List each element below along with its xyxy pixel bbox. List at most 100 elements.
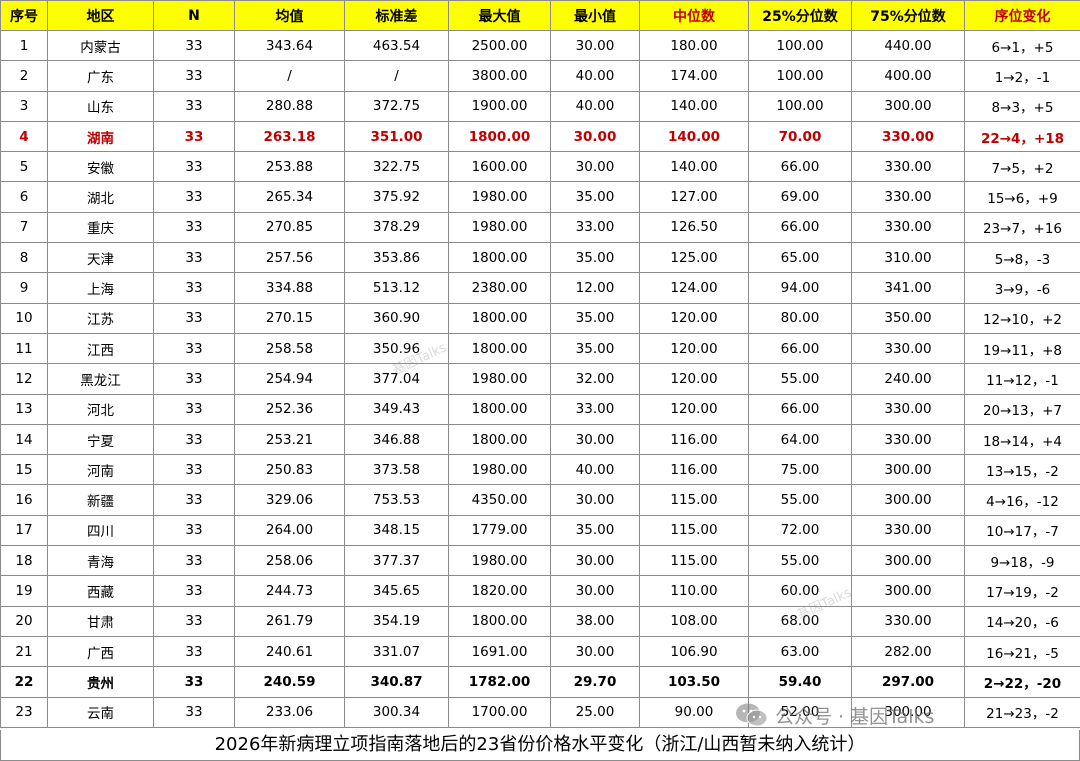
cell-region: 内蒙古 [47,29,154,62]
cell-mean: 250.83 [234,454,345,486]
cell-median: 90.00 [639,696,749,728]
cell-max: 1800.00 [448,332,551,365]
cell-index: 20 [0,605,48,637]
cell-region: 云南 [47,696,154,728]
cell-max: 1980.00 [448,454,551,486]
cell-median: 116.00 [639,454,749,486]
cell-index: 22 [0,666,48,698]
cell-median: 120.00 [639,332,749,365]
cell-median: 126.50 [639,211,749,244]
cell-max: 1600.00 [448,151,551,183]
cell-std: 360.90 [344,302,449,334]
cell-rank-change: 6→1，+5 [964,29,1080,62]
cell-std: 378.29 [344,211,449,244]
cell-p25: 55.00 [748,545,852,577]
table-body: 1 内蒙古 33 343.64 463.54 2500.00 30.00 180.00 100.… [0,29,1080,728]
table-row: 8 天津 33 257.56 353.86 1800.00 35.00 125.00 65.00… [0,242,1080,274]
cell-p75: 330.00 [851,332,965,365]
cell-median: 108.00 [639,605,749,637]
cell-min: 33.00 [550,393,640,425]
cell-median: 103.50 [639,666,749,698]
cell-mean: 258.58 [234,332,345,365]
table-row: 7 重庆 33 270.85 378.29 1980.00 33.00 126.50 66.00… [0,211,1080,244]
cell-min: 35.00 [550,181,640,213]
cell-std: 375.92 [344,181,449,213]
cell-index: 3 [0,90,48,122]
cell-min: 35.00 [550,302,640,334]
cell-p75: 300.00 [851,575,965,607]
table-row: 4 湖南 33 263.18 351.00 1800.00 30.00 140.00 70.00… [0,120,1080,153]
cell-index: 23 [0,696,48,728]
cell-n: 33 [153,332,235,365]
cell-std: 463.54 [344,29,449,62]
table-row: 20 甘肃 33 261.79 354.19 1800.00 38.00 108.00 68.0… [0,605,1080,637]
cell-n: 33 [153,242,235,274]
cell-max: 1779.00 [448,514,551,547]
cell-std: / [344,60,449,92]
cell-mean: 244.73 [234,575,345,607]
cell-index: 12 [0,363,48,395]
cell-max: 1800.00 [448,393,551,425]
cell-region: 河北 [47,393,154,425]
cell-mean: 270.15 [234,302,345,334]
cell-rank-change: 16→21，-5 [964,635,1080,668]
cell-p25: 60.00 [748,575,852,607]
cell-rank-change: 8→3，+5 [964,90,1080,122]
header-median: 中位数 [639,0,749,31]
table-row: 2 广东 33//3800.00 40.00 174.00 100.00 400.00 1→2… [0,60,1080,92]
table-row: 9 上海 33 334.88 513.12 2380.00 12.00 124.00 94.00… [0,272,1080,304]
cell-p25: 66.00 [748,393,852,425]
cell-region: 河南 [47,454,154,486]
cell-region: 西藏 [47,575,154,607]
cell-p75: 240.00 [851,363,965,395]
cell-rank-change: 7→5，+2 [964,151,1080,183]
cell-p75: 300.00 [851,90,965,122]
cell-rank-change: 1→2，-1 [964,60,1080,92]
cell-n: 33 [153,29,235,62]
cell-p75: 330.00 [851,605,965,637]
cell-n: 33 [153,120,235,153]
cell-region: 广西 [47,635,154,668]
cell-median: 140.00 [639,90,749,122]
cell-rank-change: 19→11，+8 [964,332,1080,365]
cell-std: 372.75 [344,90,449,122]
header-n: N [153,0,235,31]
cell-p75: 350.00 [851,302,965,334]
cell-mean: 253.88 [234,151,345,183]
cell-rank-change: 21→23，-2 [964,696,1080,728]
cell-max: 1782.00 [448,666,551,698]
cell-mean: 253.21 [234,423,345,456]
table-row: 18 青海 33 258.06 377.37 1980.00 30.00 115.00 55.0… [0,545,1080,577]
cell-rank-change: 5→8，-3 [964,242,1080,274]
cell-max: 2380.00 [448,272,551,304]
cell-mean: 270.85 [234,211,345,244]
cell-min: 40.00 [550,60,640,92]
cell-max: 3800.00 [448,60,551,92]
cell-index: 2 [0,60,48,92]
table-row: 11 江西 33 258.58 350.96 1800.00 35.00 120.00 66.0… [0,332,1080,365]
cell-n: 33 [153,575,235,607]
cell-n: 33 [153,696,235,728]
cell-rank-change: 11→12，-1 [964,363,1080,395]
cell-median: 106.90 [639,635,749,668]
table-row: 17 四川 33 264.00 348.15 1779.00 35.00 115.00 72.0… [0,514,1080,547]
cell-n: 33 [153,211,235,244]
cell-max: 2500.00 [448,29,551,62]
cell-p25: 75.00 [748,454,852,486]
cell-min: 30.00 [550,120,640,153]
cell-min: 32.00 [550,363,640,395]
cell-p25: 100.00 [748,60,852,92]
cell-std: 300.34 [344,696,449,728]
cell-region: 青海 [47,545,154,577]
cell-max: 1900.00 [448,90,551,122]
table-row: 6 湖北 33 265.34 375.92 1980.00 35.00 127.00 69.00… [0,181,1080,213]
cell-median: 124.00 [639,272,749,304]
cell-p75: 440.00 [851,29,965,62]
table-row: 13 河北 33 252.36 349.43 1800.00 33.00 120.00 66.0… [0,393,1080,425]
cell-std: 345.65 [344,575,449,607]
cell-rank-change: 9→18，-9 [964,545,1080,577]
cell-std: 513.12 [344,272,449,304]
cell-min: 30.00 [550,575,640,607]
cell-n: 33 [153,151,235,183]
cell-p25: 66.00 [748,211,852,244]
